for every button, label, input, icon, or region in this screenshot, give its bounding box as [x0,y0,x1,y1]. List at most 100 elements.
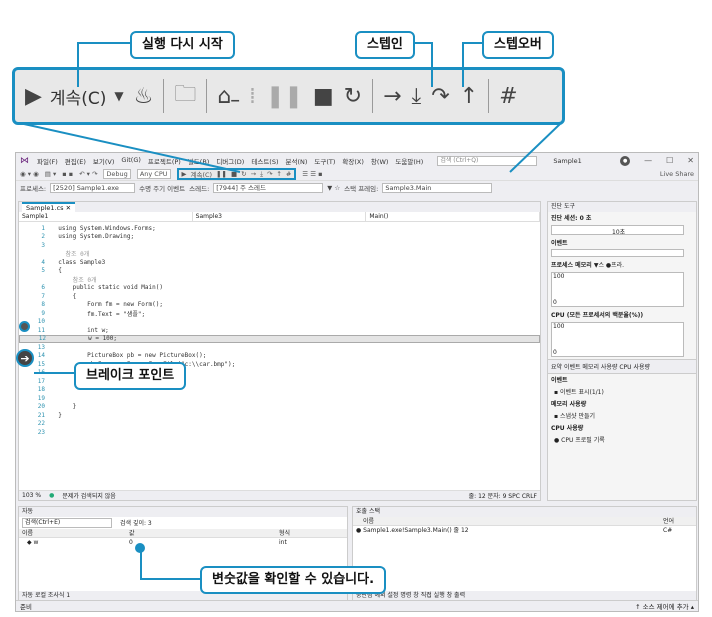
memory-y-max: 100 [553,273,565,280]
code-text: } [51,403,77,411]
code-line[interactable]: 7 { [19,292,540,301]
locals-callout-dot [135,543,145,553]
table-row[interactable]: ● Sample1.exe!Sample3.Main() 줄 12 C# [353,526,696,535]
code-line[interactable]: 참조 0개 [19,275,540,284]
code-line[interactable]: 참조 0개 [19,250,540,259]
step-into-button[interactable]: ⤓ [412,76,422,116]
tab-sample1[interactable]: Sample1.cs ✕ [22,202,76,212]
code-text: Form fm = new Form(); [51,301,163,309]
continue-button[interactable]: ▶ 계속(C) ▼ [25,76,124,116]
line-number: 12 [38,335,46,343]
separator [488,79,490,113]
cpu-y-min: 0 [553,349,557,356]
source-control-button[interactable]: ↑ 소스 제어에 추가 ▴ [635,601,694,611]
line-number: 3 [41,241,45,249]
line-number: 9 [41,309,45,317]
code-line[interactable]: 2 using System.Drawing; [19,233,540,242]
show-events-link[interactable]: ▪ 이벤트 표시(1/1) [548,385,696,398]
line-number: 21 [37,411,45,419]
code-line[interactable]: 10 [19,318,540,327]
restart-icon: ↻ [343,83,363,109]
events-label: 이벤트 [551,240,568,247]
pause-icon: ❚❚ [266,83,303,109]
step-over-icon: ↷ [431,83,450,109]
code-line[interactable]: 6 public static void Main() [19,284,540,293]
stepover-callout-line-v [462,42,464,87]
search-depth[interactable]: 검색 깊이: 3 [120,518,152,528]
chevron-down-icon: ▼ [114,89,124,103]
editor-tabs: Sample1.cs ✕ [19,202,540,212]
check-icon: ● [49,492,55,499]
code-text: 참조 0개 [51,251,90,259]
code-line[interactable]: 12 w = 100; [19,334,540,343]
autos-search-input[interactable]: 검색(Ctrl+E) [22,518,112,528]
show-next-statement-button[interactable]: → [383,76,401,116]
call-stack-window: 호출 스택 이름 언어 ● Sample1.exe!Sample3.Main()… [352,506,697,601]
code-text: using System.Windows.Forms; [51,224,156,232]
code-text: { [51,292,77,300]
code-line[interactable]: 14 PictureBox pb = new PictureBox(); [19,352,540,361]
separator [206,79,208,113]
separator [372,79,374,113]
status-bar: 준비 ↑ 소스 제어에 추가 ▴ [16,600,698,611]
code-line[interactable]: 21 } [19,411,540,420]
code-line[interactable]: 19 [19,394,540,403]
diagnostic-tabs[interactable]: 요약 이벤트 메모리 사용량 CPU 사용량 [548,359,696,374]
stop-button[interactable]: ■ [313,76,334,116]
stepin-callout-line-v [431,42,433,87]
nav-project[interactable]: Sample1 [19,212,193,221]
var-name: ◆ w [27,539,39,546]
locals-callout-line-h [140,578,202,580]
col-type: 형식 [279,530,291,537]
code-text: } [51,411,62,419]
callstack-tabs[interactable]: 중단점 예외 설정 명령 창 직접 실행 창 출력 [353,591,696,600]
zoom-level[interactable]: 103 % [22,492,41,499]
code-line[interactable]: 1 using System.Windows.Forms; [19,224,540,233]
code-line[interactable]: 20 } [19,403,540,412]
var-type: int [279,539,287,546]
code-text: using System.Drawing; [51,233,135,241]
col-name: 이름 [363,518,375,525]
col-name: 이름 [22,530,34,537]
code-editor: Sample1.cs ✕ Sample1 Sample3 Main() 1 us… [18,201,541,501]
find-source-button[interactable]: 🗀 [174,76,196,116]
nav-member[interactable]: Main() [366,212,541,221]
callstack-title: 호출 스택 [353,507,696,517]
code-text: public static void Main() [51,284,163,292]
code-line[interactable]: 22 [19,420,540,429]
code-text: fm.Text = "샘플"; [51,310,146,318]
arrow-right-icon: → [383,83,402,109]
toggle-breakpoints-button[interactable]: # [499,76,517,116]
code-line[interactable]: 23 [19,428,540,437]
line-number: 23 [37,428,45,436]
code-line[interactable]: 13 [19,343,540,352]
breakpoint-marker[interactable] [19,321,30,332]
code-area[interactable]: 1 using System.Windows.Forms; 2 using Sys… [19,222,540,437]
app-home-button[interactable]: ⌂ ▁ [217,76,239,116]
code-line[interactable]: 9 fm.Text = "샘플"; [19,309,540,318]
ready-status: 준비 [20,603,32,611]
step-over-button[interactable]: ↷ [431,76,449,116]
restart-callout-line-v [77,42,79,87]
code-line[interactable]: 3 [19,241,540,250]
session-label: 진단 세션: 0 초 [551,215,592,222]
code-line[interactable]: 4 class Sample3 [19,258,540,267]
line-number: 5 [41,267,45,275]
zoomed-debug-toolbar: ▶ 계속(C) ▼ ♨ 🗀 ⌂ ▁ ⁞ ❚❚ ■ ↻ → ⤓ ↷ ↑ # [12,67,565,125]
restart-button[interactable]: ↻ [344,76,362,116]
code-line[interactable]: 8 Form fm = new Form(); [19,301,540,310]
line-number: 18 [37,386,45,394]
current-line-arrow-icon: ➔ [16,349,34,367]
code-line[interactable]: 5 { [19,267,540,276]
snapshot-button[interactable]: ▪ 스냅샷 만들기 [548,409,696,422]
table-row[interactable]: ◆ w 0 int [19,538,347,547]
pause-button[interactable]: ❚❚ [266,76,303,116]
memory-y-min: 0 [553,299,557,306]
continue-label: 계속(C) [49,88,107,109]
timeline-ruler[interactable]: 10초 [551,225,684,236]
code-line[interactable]: 11 int w; [19,326,540,335]
hot-reload-button[interactable]: ♨ [134,76,154,116]
separator [163,79,165,113]
cpu-profile-button[interactable]: ● CPU 프로필 기록 [548,433,696,446]
nav-class[interactable]: Sample3 [193,212,367,221]
